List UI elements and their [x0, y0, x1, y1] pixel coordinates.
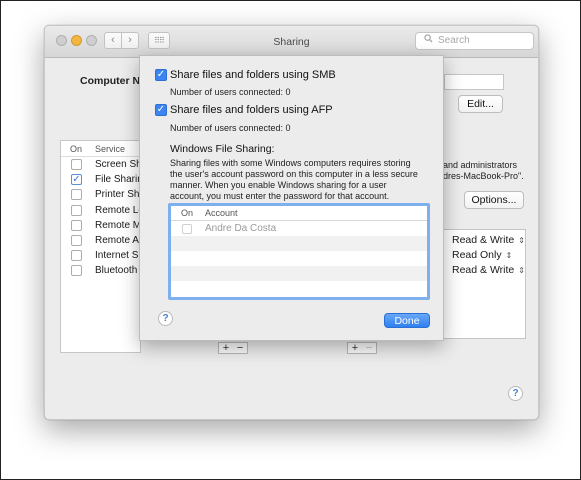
accounts-table[interactable]: On Account Andre Da Costa	[168, 203, 430, 300]
search-input[interactable]: Search	[415, 32, 534, 50]
account-row[interactable]: Andre Da Costa	[171, 221, 427, 236]
service-checkbox[interactable]	[71, 189, 82, 201]
edit-button[interactable]: Edit...	[458, 95, 503, 113]
on-column-header: On	[181, 208, 194, 218]
smb-checkbox[interactable]: ✓	[155, 69, 167, 81]
service-label: Remote Log	[95, 204, 140, 216]
access-description-line-1: and administrators	[443, 160, 518, 170]
service-label: Printer Sha	[95, 189, 140, 201]
service-label: File Sharing	[95, 174, 140, 186]
account-checkbox[interactable]	[182, 224, 192, 234]
help-button[interactable]: ?	[508, 386, 523, 401]
service-label: Internet Sh	[95, 250, 140, 262]
smb-users-connected: Number of users connected: 0	[170, 87, 291, 97]
service-checkbox[interactable]	[71, 204, 82, 216]
add-user-button[interactable]: +	[348, 343, 362, 354]
service-row-bluetooth-sharing[interactable]: Bluetooth S	[61, 263, 140, 278]
sheet-help-button[interactable]: ?	[158, 311, 173, 326]
accounts-table-header: On Account	[171, 206, 427, 221]
updown-chevron-icon: ⇕	[505, 251, 513, 260]
users-plus-minus: + −	[347, 342, 377, 354]
afp-checkbox[interactable]: ✓	[155, 104, 167, 116]
empty-row	[171, 236, 427, 251]
service-checkbox[interactable]	[71, 219, 82, 231]
search-icon	[424, 33, 433, 49]
empty-row	[171, 251, 427, 266]
access-description-line-2: dres-MacBook-Pro".	[443, 171, 524, 181]
search-placeholder: Search	[438, 35, 470, 46]
remove-folder-button[interactable]: −	[233, 343, 247, 354]
shared-folders-plus-minus: + −	[218, 342, 248, 354]
permissions-list: Read & Write ⇕ Read Only ⇕ Read & Write ⇕	[443, 229, 526, 339]
permission-popup[interactable]: Read Only ⇕	[452, 249, 512, 261]
service-label: Remote Ap	[95, 234, 140, 246]
on-column-header: On	[70, 144, 83, 154]
permission-label: Read & Write	[452, 234, 515, 246]
service-label: Bluetooth S	[95, 265, 140, 277]
account-name: Andre Da Costa	[205, 223, 277, 234]
windows-file-sharing-heading: Windows File Sharing:	[170, 143, 275, 155]
service-checkbox[interactable]	[71, 250, 82, 262]
permission-label: Read Only	[452, 249, 502, 261]
permission-popup[interactable]: Read & Write ⇕	[452, 234, 525, 246]
file-sharing-options-sheet: ✓ Share files and folders using SMB Numb…	[139, 55, 444, 341]
service-row-remote-login[interactable]: Remote Log	[61, 203, 140, 218]
permission-label: Read & Write	[452, 264, 515, 276]
updown-chevron-icon: ⇕	[518, 266, 525, 275]
service-row-printer-sharing[interactable]: Printer Sha	[61, 187, 140, 202]
updown-chevron-icon: ⇕	[518, 236, 525, 245]
windows-file-sharing-description: Sharing files with some Windows computer…	[170, 158, 418, 201]
permission-popup[interactable]: Read & Write ⇕	[452, 264, 525, 276]
account-column-header: Account	[205, 208, 238, 218]
add-folder-button[interactable]: +	[219, 343, 233, 354]
title-bar: ‹ › ⠿⠿ Sharing Search	[45, 26, 538, 58]
computer-name-field[interactable]	[444, 74, 504, 90]
done-button[interactable]: Done	[384, 313, 430, 328]
service-label: Screen Sha	[95, 159, 140, 170]
service-row-internet-sharing[interactable]: Internet Sh	[61, 248, 140, 263]
service-checkbox[interactable]	[71, 159, 82, 170]
smb-label: Share files and folders using SMB	[170, 69, 336, 81]
afp-label: Share files and folders using AFP	[170, 104, 333, 116]
service-row-screen-sharing[interactable]: Screen Sha	[61, 157, 140, 172]
service-label: Remote Ma	[95, 219, 140, 231]
service-checkbox[interactable]: ✓	[71, 174, 82, 186]
empty-row	[171, 281, 427, 296]
service-checkbox[interactable]	[71, 265, 82, 277]
remove-user-button[interactable]: −	[362, 343, 376, 354]
service-row-file-sharing[interactable]: ✓ File Sharing	[61, 172, 140, 188]
service-row-remote-apple-events[interactable]: Remote Ap	[61, 233, 140, 248]
service-list-header: On Service	[61, 141, 140, 157]
afp-users-connected: Number of users connected: 0	[170, 123, 291, 133]
computer-name-label: Computer Na	[80, 75, 146, 87]
service-column-header: Service	[95, 144, 126, 154]
service-checkbox[interactable]	[71, 234, 82, 246]
service-row-remote-management[interactable]: Remote Ma	[61, 218, 140, 233]
service-list: On Service Screen Sha ✓ File Sharing Prin…	[60, 140, 141, 353]
empty-row	[171, 266, 427, 281]
options-button[interactable]: Options...	[464, 191, 524, 209]
